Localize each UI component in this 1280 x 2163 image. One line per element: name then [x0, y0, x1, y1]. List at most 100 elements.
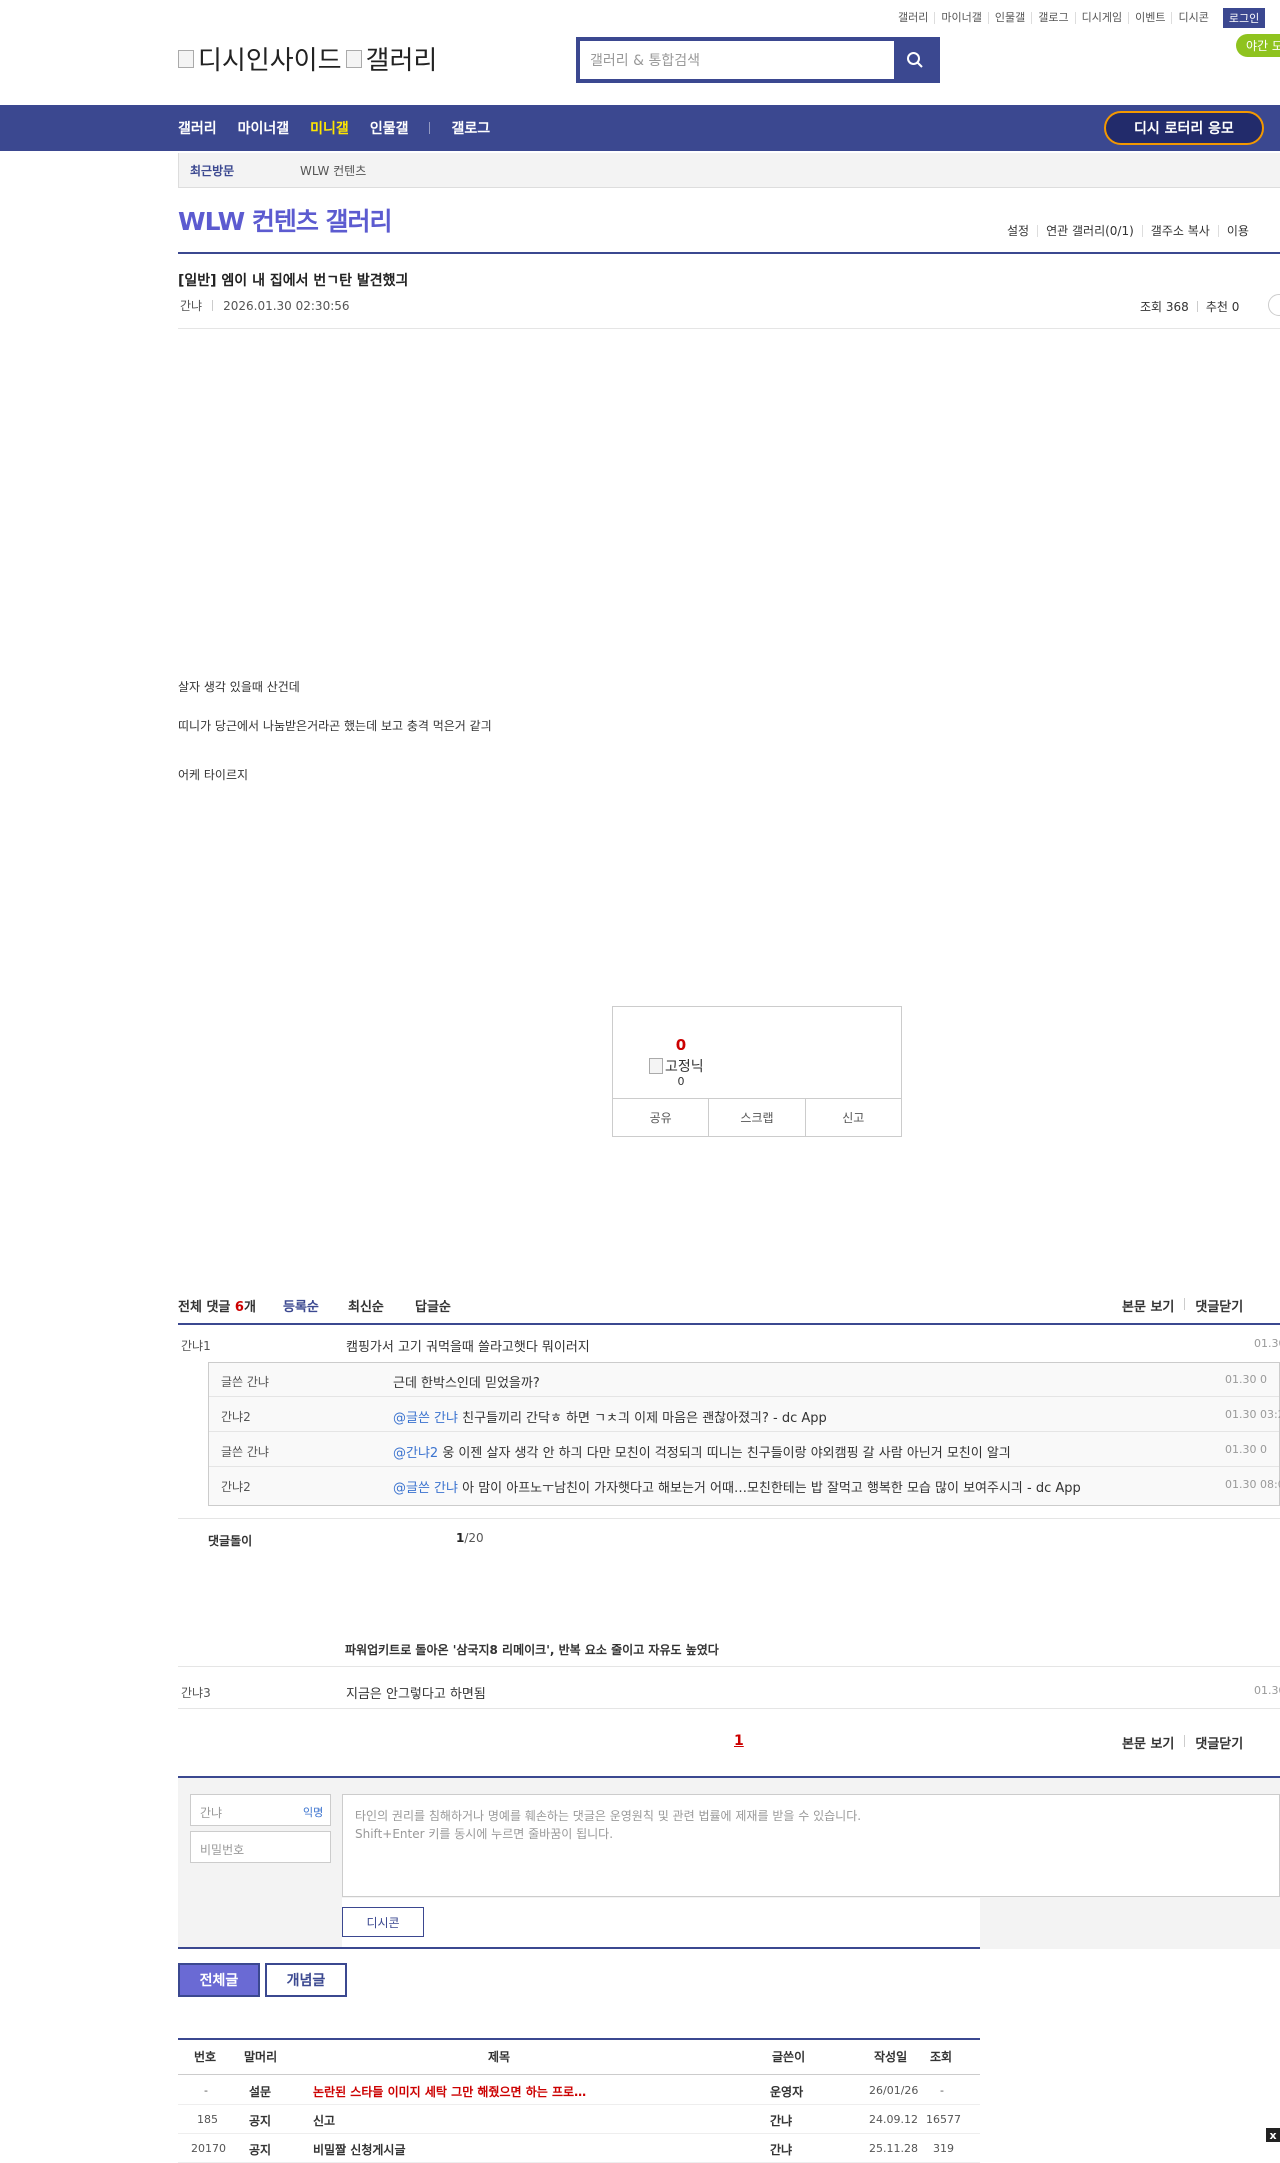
view-body-link[interactable]: 본문 보기	[1122, 1296, 1174, 1315]
comment-date: 01.30 12	[1254, 1684, 1280, 1697]
post-recommend-count: 추천 0	[1205, 300, 1240, 314]
scrap-button[interactable]: 스크랩	[708, 1099, 804, 1136]
reply-mention[interactable]: @글쓴 간냐	[393, 1481, 458, 1496]
copy-gallery-url-link[interactable]: 갤주소 복사	[1141, 225, 1218, 237]
search-input[interactable]: 갤러리 & 통합검색	[580, 41, 894, 79]
top-link-dccon[interactable]: 디시콘	[1171, 12, 1214, 24]
row-writer[interactable]: 간냐	[770, 2112, 792, 2129]
post-author[interactable]: 간냐	[180, 297, 202, 314]
related-gallery-link[interactable]: 연관 갤러리(0/1)	[1037, 225, 1142, 237]
comment-nick[interactable]: 간냐3	[181, 1684, 211, 1701]
reply-mention[interactable]: @간냐2	[393, 1446, 438, 1461]
report-button[interactable]: 신고	[804, 1099, 901, 1136]
comment-divider	[178, 1708, 1280, 1709]
sort-tab-latest[interactable]: 최신순	[348, 1296, 384, 1315]
logo-alt-gallery: 갤러리	[365, 46, 438, 76]
nickname-placeholder: 간냐	[200, 1806, 223, 1820]
reply-body: 친구들끼리 간닥ㅎ 하면 ㄱㅊ긔 이제 마음은 괜찮아졌긔? - dc App	[457, 1411, 827, 1426]
table-row[interactable]: 185 공지 신고 간냐 24.09.12 16577	[178, 2105, 980, 2134]
tab-all-posts[interactable]: 전체글	[178, 1963, 260, 1997]
table-row[interactable]: 20170 공지 비밀짤 신청게시글 간냐 25.11.28 319	[178, 2134, 980, 2163]
close-icon[interactable]: x	[1266, 2128, 1280, 2142]
reply-row: 간냐2 @글쓴 간냐 아 맘이 아프노ㅜ남친이 가자햇다고 해보는거 어때…모친…	[209, 1468, 1280, 1501]
post-views: 조회 368	[1140, 300, 1189, 314]
fixed-nick-recommend[interactable]: 고정닉	[649, 1056, 704, 1076]
nav-person-gallery[interactable]: 인물갤	[370, 118, 409, 138]
search-icon	[907, 52, 923, 68]
logo-alt-dcinside: 디시인사이드	[198, 46, 342, 76]
usage-link[interactable]: 이용	[1217, 225, 1257, 237]
recommend-box: 0 고정닉 0 공유 스크랩 신고	[612, 1006, 902, 1137]
comment-text: 캠핑가서 고기 궈먹을때 쓸라고햇다 뭐이러지	[346, 1340, 590, 1355]
col-head: 말머리	[244, 2050, 278, 2064]
reply-list: 글쓴 간냐 근데 한박스인데 믿었을까? 01.30 0 간냐2 @글쓴 간냐 …	[208, 1362, 1280, 1506]
top-utility-links: 갤러리 마이너갤 인물갤 갤로그 디시게임 이벤트 디시콘 로그인	[892, 8, 1266, 28]
recent-visit-item[interactable]: WLW 컨텐츠	[300, 162, 366, 179]
nickname-field[interactable]: 간냐 익명	[190, 1794, 331, 1826]
link-divider	[1184, 1735, 1186, 1747]
reply-text: @간냐2 웅 이젠 살자 생각 안 하긔 다만 모친이 걱정되긔 띠니는 친구들…	[393, 1442, 1011, 1461]
top-link-gallog[interactable]: 갤로그	[1031, 12, 1074, 24]
nav-minor-gallery[interactable]: 마이너갤	[238, 118, 290, 138]
top-link-dcgame[interactable]: 디시게임	[1074, 12, 1128, 24]
reply-nick[interactable]: 글쓴 간냐	[221, 1373, 269, 1390]
tab-concept-posts[interactable]: 개념글	[265, 1963, 347, 1997]
nav-gallery[interactable]: 갤러리	[178, 118, 217, 138]
sort-tab-replies[interactable]: 답글순	[415, 1296, 451, 1315]
comment-textarea[interactable]: 타인의 권리를 침해하거나 명예를 훼손하는 댓글은 운영원칙 및 관련 법률에…	[342, 1794, 1280, 1897]
comment-notice-line: 타인의 권리를 침해하거나 명예를 훼손하는 댓글은 운영원칙 및 관련 법률에…	[355, 1809, 862, 1823]
lottery-button[interactable]: 디시 로터리 응모	[1104, 111, 1264, 145]
list-header-divider	[178, 2074, 980, 2075]
close-comments-link[interactable]: 댓글닫기	[1195, 1733, 1243, 1752]
top-link-minor[interactable]: 마이너갤	[934, 12, 987, 24]
news-divider	[178, 1666, 1280, 1667]
nav-gallog[interactable]: 갤로그	[451, 118, 490, 138]
reply-date: 01.30 0	[1225, 1443, 1267, 1456]
row-number: 20170	[191, 2142, 226, 2155]
night-mode-toggle[interactable]: 야간 모	[1236, 34, 1280, 57]
recommend-count: 0	[675, 1036, 687, 1054]
top-link-event[interactable]: 이벤트	[1128, 12, 1171, 24]
col-views: 조회	[930, 2050, 953, 2064]
reply-text: @글쓴 간냐 아 맘이 아프노ㅜ남친이 가자햇다고 해보는거 어때…모친한테는 …	[393, 1477, 1081, 1496]
main-nav: 갤러리 마이너갤 미니갤 인물갤 갤로그 디시 로터리 응모	[0, 105, 1280, 151]
row-title[interactable]: 논란된 스타들 이미지 세탁 그만 해줬으면 하는 프로…	[313, 2083, 586, 2100]
recent-visits-bar: 최근방문 WLW 컨텐츠	[178, 153, 1280, 188]
reply-nick[interactable]: 간냐2	[221, 1478, 251, 1495]
row-title[interactable]: 비밀짤 신청게시글	[313, 2141, 406, 2158]
site-logo[interactable]: 디시인사이드 갤러리	[178, 40, 437, 77]
comment-count-badge[interactable]	[1268, 294, 1280, 316]
reply-nick[interactable]: 간냐2	[221, 1408, 251, 1425]
gallery-title[interactable]: WLW 컨텐츠 갤러리	[178, 202, 393, 238]
gallery-settings-link[interactable]: 설정	[1007, 225, 1037, 237]
close-comments-link[interactable]: 댓글닫기	[1195, 1296, 1243, 1315]
comment-total-label: 전체 댓글	[178, 1300, 235, 1315]
reply-row: 글쓴 간냐 근데 한박스인데 믿었을까? 01.30 0	[209, 1363, 1279, 1397]
news-headline[interactable]: 파워업키트로 돌아온 '삼국지8 리메이크', 반복 요소 줄이고 자유도 높였…	[345, 1641, 719, 1658]
top-link-gallery[interactable]: 갤러리	[892, 12, 934, 24]
comment-page-current[interactable]: 1	[734, 1733, 744, 1749]
search-button[interactable]	[894, 41, 936, 79]
reply-nick[interactable]: 글쓴 간냐	[221, 1443, 269, 1460]
nav-mini-gallery[interactable]: 미니갤	[310, 118, 349, 138]
comment-nick[interactable]: 간냐1	[181, 1337, 211, 1354]
share-button[interactable]: 공유	[613, 1099, 708, 1136]
reply-mention[interactable]: @글쓴 간냐	[393, 1411, 458, 1426]
row-head: 공지	[249, 2114, 272, 2128]
dcbot-page-total: /20	[464, 1531, 484, 1545]
view-body-link[interactable]: 본문 보기	[1122, 1733, 1174, 1752]
top-link-person[interactable]: 인물갤	[987, 12, 1031, 24]
row-views: 16577	[926, 2113, 961, 2126]
row-writer[interactable]: 운영자	[770, 2083, 803, 2100]
row-title[interactable]: 신고	[313, 2112, 335, 2129]
row-date: 26/01/26	[869, 2084, 919, 2097]
row-writer[interactable]: 간냐	[770, 2141, 792, 2158]
post-datetime: 2026.01.30 02:30:56	[223, 298, 350, 313]
reply-date: 01.30 03:2	[1225, 1408, 1280, 1421]
dccon-button[interactable]: 디시콘	[342, 1907, 424, 1937]
sort-tab-registered[interactable]: 등록순	[283, 1296, 319, 1315]
password-field[interactable]: 비밀번호	[190, 1831, 331, 1863]
table-row[interactable]: - 설문 논란된 스타들 이미지 세탁 그만 해줬으면 하는 프로… 운영자 2…	[178, 2076, 980, 2105]
meta-divider	[212, 300, 214, 311]
login-button[interactable]: 로그인	[1222, 8, 1266, 28]
